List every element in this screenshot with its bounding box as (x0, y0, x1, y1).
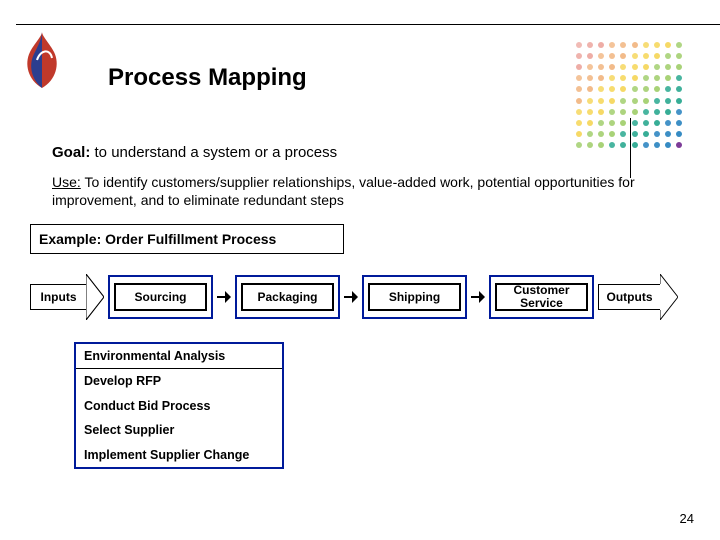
sourcing-substeps: Environmental Analysis Develop RFP Condu… (74, 342, 284, 469)
inputs-label: Inputs (41, 290, 77, 304)
process-step-shipping: Shipping (362, 275, 467, 319)
arrow-head-icon (660, 274, 678, 320)
goal-text: to understand a system or a process (95, 144, 338, 161)
substep: Implement Supplier Change (76, 443, 282, 467)
substep-label: Conduct Bid Process (84, 399, 210, 413)
slide: { "title": "Process Mapping", "goal": { … (0, 0, 720, 540)
process-step-sourcing: Sourcing (108, 275, 213, 319)
step-label: Customer Service (497, 284, 586, 309)
substep: Conduct Bid Process (76, 394, 282, 418)
use-text: To identify customers/supplier relations… (52, 174, 635, 208)
substep-label: Environmental Analysis (84, 349, 225, 363)
outputs-arrow: Outputs (598, 274, 678, 320)
substep: Environmental Analysis (76, 344, 282, 369)
example-label: Example: Order Fulfillment Process (39, 231, 276, 247)
use-line: Use: To identify customers/supplier rela… (52, 174, 680, 210)
substep-label: Select Supplier (84, 423, 174, 437)
outputs-label: Outputs (607, 290, 653, 304)
substep: Select Supplier (76, 418, 282, 442)
process-step-customer-service: Customer Service (489, 275, 594, 319)
decorative-dot-grid (574, 40, 684, 150)
step-label: Sourcing (134, 291, 186, 304)
arrow-right-icon (217, 289, 231, 305)
page-title: Process Mapping (108, 64, 307, 92)
step-label: Packaging (257, 291, 317, 304)
substep-label: Develop RFP (84, 374, 161, 388)
inputs-arrow: Inputs (30, 274, 104, 320)
arrow-right-icon (471, 289, 485, 305)
substep-label: Implement Supplier Change (84, 448, 249, 462)
header-rule (16, 24, 720, 25)
page-number: 24 (680, 511, 694, 526)
example-box: Example: Order Fulfillment Process (30, 224, 344, 254)
goal-line: Goal: to understand a system or a proces… (52, 144, 337, 161)
arrow-head-icon (86, 274, 104, 320)
arrow-right-icon (344, 289, 358, 305)
process-step-packaging: Packaging (235, 275, 340, 319)
use-label: Use: (52, 174, 81, 190)
vertical-rule (630, 118, 631, 178)
substep: Develop RFP (76, 369, 282, 393)
logo (22, 30, 62, 90)
process-flow: Inputs Sourcing Packaging Shipping (30, 274, 702, 320)
goal-label: Goal: (52, 144, 90, 161)
step-label: Shipping (389, 291, 440, 304)
